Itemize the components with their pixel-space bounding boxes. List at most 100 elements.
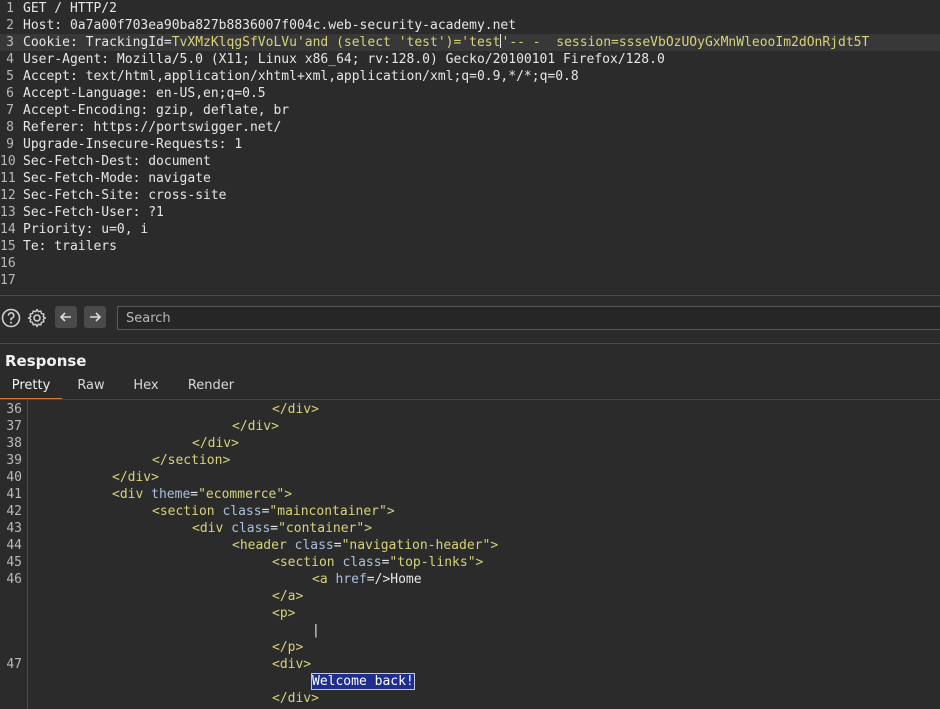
response-line-text: <div theme="ecommerce"> (112, 486, 292, 503)
gear-icon[interactable] (26, 307, 48, 329)
divider (0, 295, 940, 296)
response-line-text: <section class="maincontainer"> (152, 503, 395, 520)
line-number: 15 (0, 239, 16, 254)
request-line: 4 User-Agent: Mozilla/5.0 (X11; Linux x86… (0, 51, 940, 68)
request-line: 2 Host: 0a7a00f703ea90ba827b8836007f004c.… (0, 17, 940, 34)
header-value: ?1 (140, 205, 164, 220)
html-tag: </a> (272, 589, 304, 604)
html-attribute: class (231, 521, 271, 536)
html-tag: > (386, 504, 395, 519)
html-attribute: class (342, 555, 382, 570)
header-value: trailers (46, 239, 117, 254)
request-line-text: GET / HTTP/2 (23, 0, 117, 17)
request-line-text: Host: 0a7a00f703ea90ba827b8836007f004c.w… (23, 17, 516, 34)
request-line: 16 (0, 255, 940, 272)
html-tag: > (490, 538, 499, 553)
line-number: 44 (6, 538, 22, 553)
header-name: Host: (23, 18, 63, 33)
html-tag: </div> (192, 436, 239, 451)
html-tag: <div (112, 487, 152, 502)
request-line-text: Sec-Fetch-Dest: document (23, 153, 211, 170)
html-tag: </div> (232, 419, 279, 434)
header-name: Cookie: (23, 35, 78, 50)
header-value: https://portswigger.net/ (85, 120, 282, 135)
line-number: 47 (6, 657, 22, 672)
html-tag: <div> (272, 657, 312, 672)
help-icon[interactable] (0, 307, 22, 329)
response-line: </a> (0, 588, 940, 605)
line-number: 12 (0, 188, 16, 203)
search-input[interactable] (117, 306, 940, 330)
request-line: 9 Upgrade-Insecure-Requests: 1 (0, 136, 940, 153)
response-line: 41 <div theme="ecommerce"> (0, 486, 940, 503)
response-line: 40 </div> (0, 469, 940, 486)
line-number: 1 (6, 1, 14, 16)
header-value: 1 (226, 137, 243, 152)
header-name: Sec-Fetch-User: (23, 205, 141, 220)
html-tag: <p> (272, 606, 296, 621)
arrow-left-icon (59, 312, 71, 322)
line-number: 14 (0, 222, 16, 237)
response-line-text: <p> (272, 605, 295, 622)
tab-raw[interactable]: Raw (70, 376, 112, 398)
search-toolbar (0, 303, 940, 333)
forward-button[interactable] (84, 306, 106, 328)
header-value: Mozilla/5.0 (X11; Linux x86_64; rv:128.0… (109, 52, 665, 67)
request-editor[interactable]: 1 GET / HTTP/2 2 Host: 0a7a00f703ea90ba827b… (0, 0, 940, 295)
back-button[interactable] (55, 306, 77, 328)
response-tabs: Pretty Raw Hex Render (0, 376, 940, 400)
request-line: 11 Sec-Fetch-Mode: navigate (0, 170, 940, 187)
request-line: 3 Cookie: TrackingId=TvXMzKlqgSfVoLVu'and… (0, 34, 940, 51)
line-number: 46 (6, 572, 22, 587)
response-line: 45 <section class="top-links"> (0, 554, 940, 571)
response-line: 42 <section class="maincontainer"> (0, 503, 940, 520)
response-line: | (0, 622, 940, 639)
line-number: 42 (6, 504, 22, 519)
header-value: navigate (140, 171, 211, 186)
attribute-value: "navigation-header" (341, 538, 491, 553)
text-content: | (312, 623, 320, 638)
response-line-text: <div class="container"> (192, 520, 372, 537)
line-number: 4 (6, 52, 14, 67)
html-tag: </div> (112, 470, 159, 485)
response-line-text: | (312, 622, 320, 639)
header-name: GET / HTTP/2 (23, 1, 117, 16)
html-tag: > (284, 487, 293, 502)
response-line: </p> (0, 639, 940, 656)
line-number: 41 (6, 487, 22, 502)
request-line-text: User-Agent: Mozilla/5.0 (X11; Linux x86_… (23, 51, 665, 68)
text-content: =/>Home (366, 572, 422, 587)
header-value: document (140, 154, 211, 169)
header-name: Upgrade-Insecure-Requests: (23, 137, 227, 152)
html-tag: </section> (152, 453, 231, 468)
line-number: 16 (0, 256, 16, 271)
header-name: Accept-Language: (23, 86, 149, 101)
response-line: 43 <div class="container"> (0, 520, 940, 537)
tab-hex[interactable]: Hex (125, 376, 167, 398)
header-value: cross-site (140, 188, 227, 203)
request-line: 7 Accept-Encoding: gzip, deflate, br (0, 102, 940, 119)
header-name: Te: (23, 239, 47, 254)
html-tag: <div (192, 521, 232, 536)
tab-pretty[interactable]: Pretty (0, 376, 62, 400)
response-line: 46 <a href=/>Home (0, 571, 940, 588)
tab-render[interactable]: Render (180, 376, 242, 398)
request-line-text: Cookie: TrackingId=TvXMzKlqgSfVoLVu'and … (23, 34, 869, 51)
html-tag: <header (232, 538, 295, 553)
response-line-text: <div> (272, 656, 311, 673)
line-number: 6 (6, 86, 14, 101)
request-line-text: Sec-Fetch-Mode: navigate (23, 170, 211, 187)
request-line-text: Referer: https://portswigger.net/ (23, 119, 281, 136)
line-number: 40 (6, 470, 22, 485)
header-name: Sec-Fetch-Mode: (23, 171, 141, 186)
html-tag: </div> (272, 402, 319, 417)
response-line-text: </div> (232, 418, 279, 435)
header-value: u=0, i (93, 222, 149, 237)
line-number: 39 (6, 453, 22, 468)
cookie-remainder: '-- - session=ssseVbOzUOyGxMnWleooIm2dOn… (501, 35, 870, 50)
response-line: 47 <div> (0, 656, 940, 673)
html-attribute: href (335, 572, 367, 587)
response-viewer[interactable]: 36 </div> 37 </div> 38 </div> 39 </section> 40 </… (0, 400, 940, 709)
text-content: = (190, 487, 199, 502)
response-line: 44 <header class="navigation-header"> (0, 537, 940, 554)
